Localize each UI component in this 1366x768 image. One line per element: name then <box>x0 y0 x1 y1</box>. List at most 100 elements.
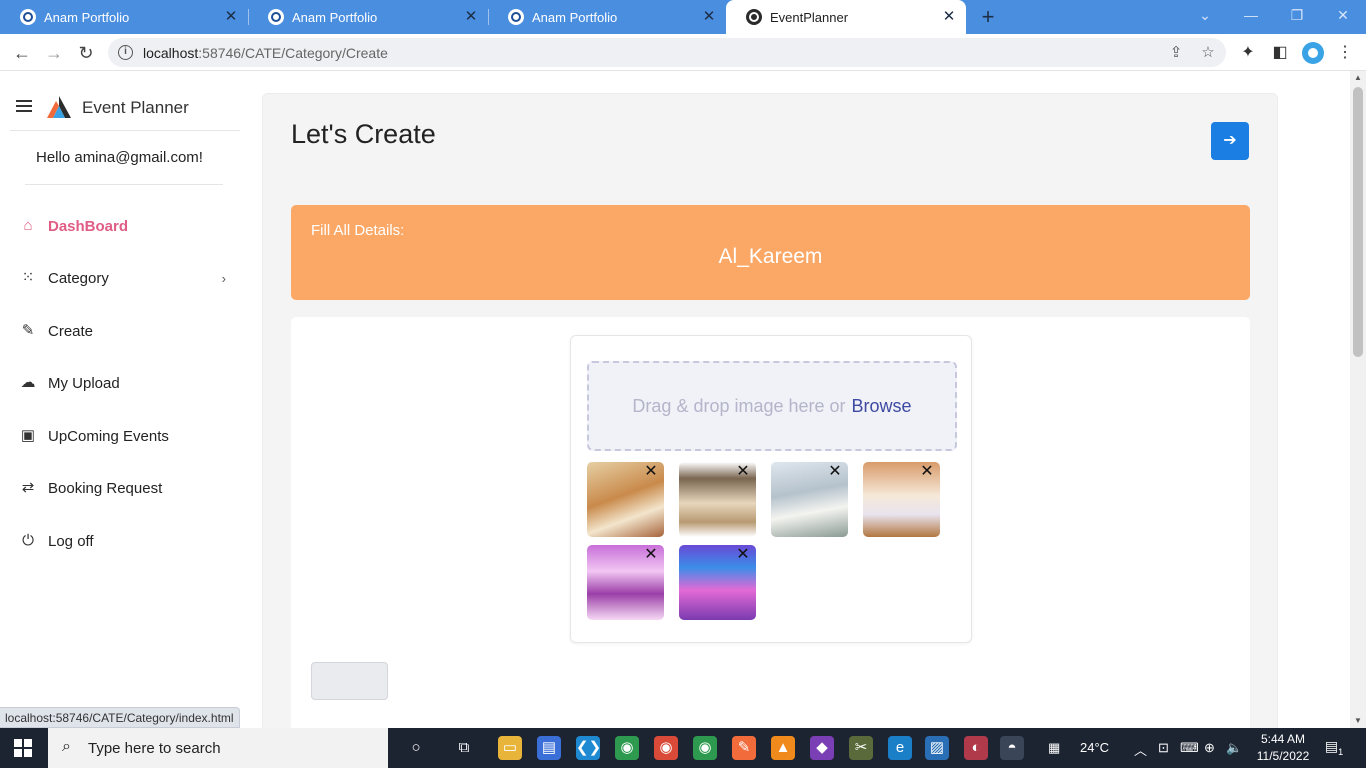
meet-now-icon[interactable]: ⊡ <box>1158 740 1169 756</box>
sidebar-item-log-off[interactable]: ⏻ Log off <box>18 526 238 556</box>
tab-label: Anam Portfolio <box>292 9 378 25</box>
minimize-button[interactable]: — <box>1236 4 1266 26</box>
close-tab-icon[interactable]: ✕ <box>940 8 958 26</box>
remove-image-icon[interactable]: ✕ <box>827 464 843 480</box>
tray-chevron-up-icon[interactable]: ︿ <box>1134 740 1147 759</box>
profile-avatar[interactable] <box>1302 42 1324 64</box>
cortana-icon[interactable]: ○ <box>404 736 428 760</box>
chrome-icon[interactable]: ◉ <box>654 736 678 760</box>
sidebar-item-label: My Upload <box>48 374 120 392</box>
site-info-icon[interactable]: i <box>118 45 133 60</box>
input-method-icon[interactable]: ⌨ <box>1180 740 1199 756</box>
edge-icon[interactable]: e <box>888 736 912 760</box>
image-thumbnail: ✕ <box>679 545 756 620</box>
request-icon: ⇄ <box>21 479 35 496</box>
close-tab-icon[interactable]: ✕ <box>222 8 240 26</box>
forward-button[interactable]: → <box>41 40 67 66</box>
tab-label: Anam Portfolio <box>44 9 130 25</box>
scrollbar-thumb[interactable] <box>1353 87 1363 357</box>
brand-name[interactable]: Event Planner <box>82 98 189 118</box>
tab-search-icon[interactable]: ⌄ <box>1190 4 1220 26</box>
vlc-icon[interactable]: ▲ <box>771 736 795 760</box>
remove-image-icon[interactable]: ✕ <box>643 547 659 563</box>
photos-icon[interactable]: ▨ <box>925 736 949 760</box>
remove-image-icon[interactable]: ✕ <box>919 464 935 480</box>
sidebar-item-category[interactable]: ⁙ Category › <box>18 263 238 293</box>
banner-category-name: Al_Kareem <box>718 245 823 268</box>
bookmark-star-icon[interactable]: ☆ <box>1198 43 1218 63</box>
share-icon[interactable]: ⇪ <box>1166 43 1186 63</box>
weather-icon[interactable]: ▦ <box>1048 740 1060 756</box>
next-arrow-button[interactable]: ➔ <box>1211 122 1249 160</box>
arrow-right-icon: ➔ <box>1223 132 1237 149</box>
hamburger-menu-icon[interactable] <box>16 100 32 112</box>
image-uploader: Drag & drop image here or Browse ✕ ✕ ✕ ✕ … <box>570 335 972 643</box>
chrome-profile-icon[interactable]: ◉ <box>693 736 717 760</box>
event-planner-logo <box>47 96 71 118</box>
browser-tab[interactable]: Anam Portfolio ✕ <box>0 0 248 34</box>
app-icon[interactable]: ✎ <box>732 736 756 760</box>
browser-tab[interactable]: Anam Portfolio ✕ <box>488 0 726 34</box>
image-thumbnail: ✕ <box>679 462 756 537</box>
power-icon: ⏻ <box>22 532 34 549</box>
tab-label: Anam Portfolio <box>532 9 618 25</box>
sidebar-item-dashboard[interactable]: ⌂ DashBoard <box>18 211 238 241</box>
image-thumbnail: ✕ <box>771 462 848 537</box>
close-window-button[interactable]: ✕ <box>1328 4 1358 26</box>
chrome-profile-icon[interactable]: ◉ <box>615 736 639 760</box>
edit-icon: ✎ <box>21 322 35 339</box>
volume-icon[interactable]: 🔈 <box>1226 740 1242 756</box>
back-button[interactable]: ← <box>9 40 35 66</box>
system-clock[interactable]: 5:44 AM 11/5/2022 <box>1250 731 1316 765</box>
store-icon[interactable]: ▤ <box>537 736 561 760</box>
paint-icon[interactable]: ◐ <box>964 736 988 760</box>
close-tab-icon[interactable]: ✕ <box>700 8 718 26</box>
details-banner: Fill All Details: Al_Kareem <box>291 205 1250 300</box>
task-view-icon[interactable]: ⧉ <box>452 736 476 760</box>
browser-tab[interactable]: Anam Portfolio ✕ <box>248 0 488 34</box>
clock-time: 5:44 AM <box>1260 732 1306 746</box>
menu-kebab-icon[interactable]: ⋮ <box>1334 42 1356 64</box>
tools-icon[interactable]: ✂ <box>849 736 873 760</box>
notifications-icon[interactable]: ▤1 <box>1324 738 1344 758</box>
divider <box>25 184 223 185</box>
reload-button[interactable]: ↻ <box>73 40 99 66</box>
address-bar[interactable]: i localhost:58746/CATE/Category/Create ⇪… <box>108 38 1226 67</box>
scroll-up-arrow-icon[interactable]: ▲ <box>1350 71 1366 85</box>
network-icon[interactable]: ⊕ <box>1204 740 1215 756</box>
page-title: Let's Create <box>291 119 436 149</box>
globe-icon <box>746 9 762 25</box>
submit-button[interactable] <box>311 662 388 700</box>
sidebar-item-create[interactable]: ✎ Create <box>18 316 238 346</box>
sidebar-item-my-upload[interactable]: ☁ My Upload <box>18 368 238 398</box>
sidebar-item-upcoming-events[interactable]: ▣ UpComing Events <box>18 421 238 451</box>
scroll-down-arrow-icon[interactable]: ▼ <box>1350 714 1366 728</box>
file-explorer-icon[interactable]: ▭ <box>498 736 522 760</box>
image-thumbnail: ✕ <box>863 462 940 537</box>
browser-tab-active[interactable]: EventPlanner ✕ <box>726 0 966 34</box>
remove-image-icon[interactable]: ✕ <box>643 464 659 480</box>
url-path: :58746/CATE/Category/Create <box>198 45 388 61</box>
image-dropzone[interactable]: Drag & drop image here or Browse <box>587 361 957 451</box>
page-scrollbar[interactable]: ▲ ▼ <box>1350 71 1366 728</box>
remove-image-icon[interactable]: ✕ <box>735 464 751 480</box>
active-app-icon[interactable]: ◓ <box>1000 736 1024 760</box>
new-tab-button[interactable]: + <box>976 5 1000 29</box>
windows-start-icon[interactable] <box>14 739 32 757</box>
visual-studio-icon[interactable]: ◆ <box>810 736 834 760</box>
remove-image-icon[interactable]: ✕ <box>735 547 751 563</box>
tab-label: EventPlanner <box>770 9 849 25</box>
upload-section: Drag & drop image here or Browse ✕ ✕ ✕ ✕ … <box>291 317 1250 728</box>
close-tab-icon[interactable]: ✕ <box>462 8 480 26</box>
taskbar-search-box[interactable]: ⌕ Type here to search <box>48 728 388 768</box>
chevron-right-icon: › <box>221 270 226 286</box>
image-thumbnail: ✕ <box>587 545 664 620</box>
sidebar-item-booking-request[interactable]: ⇄ Booking Request <box>18 473 238 503</box>
web-page: Event Planner Hello amina@gmail.com! ⌂ D… <box>0 71 1350 728</box>
temperature[interactable]: 24°C <box>1080 740 1109 755</box>
extensions-icon[interactable]: ✦ <box>1237 42 1259 64</box>
restore-button[interactable]: ❐ <box>1282 4 1312 26</box>
vscode-icon[interactable]: ❮❯ <box>576 736 601 760</box>
browse-link[interactable]: Browse <box>852 396 912 416</box>
side-panel-icon[interactable]: ◧ <box>1269 42 1291 64</box>
